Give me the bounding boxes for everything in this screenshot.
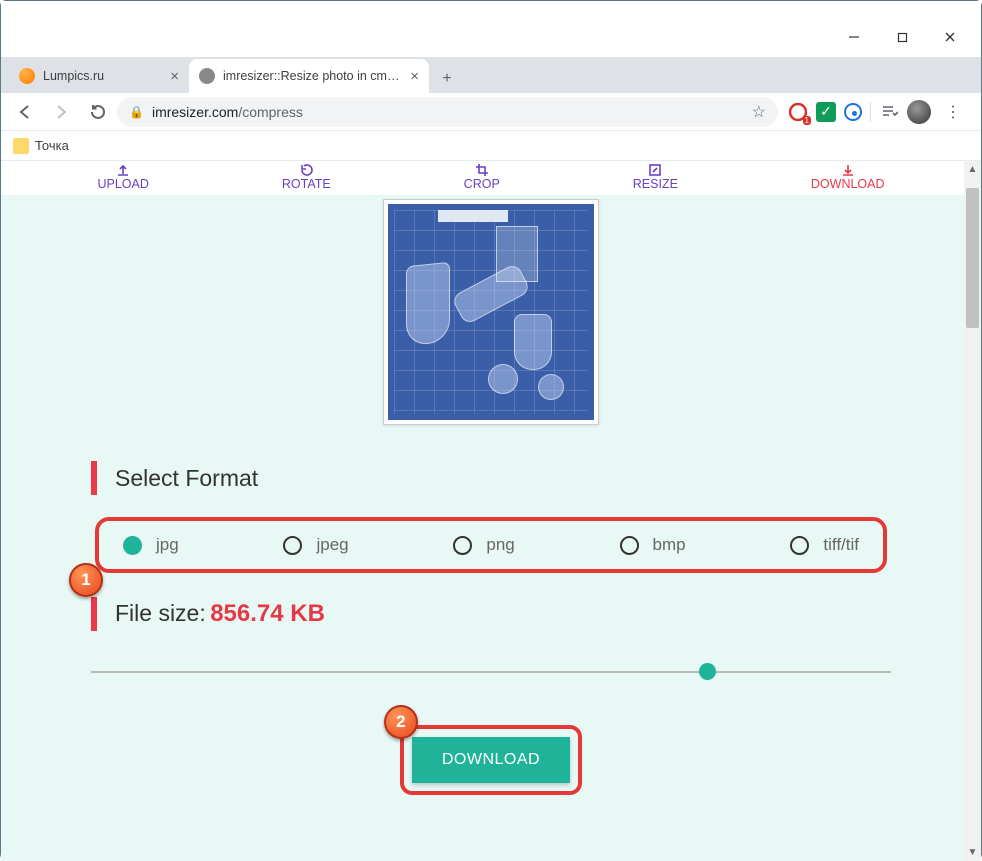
nav-forward-button[interactable] [45, 96, 77, 128]
select-format-section: Select Format 1 jpg jpeg png [91, 461, 891, 631]
url-host: imresizer.com/compress [152, 104, 303, 120]
preview-content [388, 204, 594, 420]
vertical-scrollbar[interactable]: ▲ ▼ [964, 161, 981, 861]
format-option-jpg[interactable]: jpg [123, 535, 179, 555]
extension-globe-icon[interactable] [844, 103, 862, 121]
step-upload[interactable]: UPLOAD [97, 163, 148, 195]
favicon-icon [199, 68, 215, 84]
crop-icon [475, 163, 489, 177]
radio-icon [453, 536, 472, 555]
bookmarks-bar: Точка [1, 131, 981, 161]
rotate-icon [299, 163, 313, 177]
annotation-badge-1: 1 [69, 563, 103, 597]
extensions-area: 1 ✓ ⋮ [782, 100, 973, 124]
radio-icon [620, 536, 639, 555]
step-label: ROTATE [282, 177, 331, 191]
section-title: Select Format [115, 465, 258, 492]
tab-close-icon[interactable]: × [410, 68, 419, 85]
format-label: jpg [156, 535, 179, 555]
image-preview [383, 199, 599, 425]
section-accent-bar [91, 597, 97, 631]
radio-icon [790, 536, 809, 555]
format-label: bmp [653, 535, 686, 555]
browser-tab-lumpics[interactable]: Lumpics.ru × [9, 59, 189, 93]
slider-thumb[interactable] [699, 663, 716, 680]
nav-back-button[interactable] [9, 96, 41, 128]
step-label: RESIZE [633, 177, 678, 191]
window-controls [1, 17, 981, 57]
step-crop[interactable]: CROP [464, 163, 500, 195]
step-label: UPLOAD [97, 177, 148, 191]
download-icon [841, 163, 855, 177]
format-label: jpeg [316, 535, 348, 555]
step-resize[interactable]: RESIZE [633, 163, 678, 195]
upload-icon [116, 163, 130, 177]
favicon-icon [19, 68, 35, 84]
filesize-label: File size: [115, 600, 206, 626]
window-minimize-button[interactable] [831, 21, 877, 53]
format-option-png[interactable]: png [453, 535, 514, 555]
annotation-badge-2: 2 [384, 705, 418, 739]
tab-strip: Lumpics.ru × imresizer::Resize photo in … [1, 57, 981, 93]
tab-title: imresizer::Resize photo in cm, mm [223, 69, 402, 83]
lock-icon: 🔒 [129, 105, 144, 119]
slider-track [91, 671, 891, 673]
scroll-thumb[interactable] [966, 188, 979, 328]
download-button[interactable]: DOWNLOAD [412, 737, 570, 783]
step-download[interactable]: DOWNLOAD [811, 163, 885, 195]
format-label: tiff/tif [823, 535, 859, 555]
step-tabs: UPLOAD ROTATE CROP RESIZE DOWNLOAD [1, 161, 981, 195]
download-highlight-box: 2 DOWNLOAD [400, 725, 582, 795]
profile-avatar[interactable] [907, 100, 931, 124]
resize-icon [648, 163, 662, 177]
scroll-down-icon[interactable]: ▼ [964, 844, 981, 861]
tab-close-icon[interactable]: × [170, 68, 179, 85]
filesize-value: 856.74 KB [210, 600, 325, 627]
tab-title: Lumpics.ru [43, 69, 162, 83]
step-rotate[interactable]: ROTATE [282, 163, 331, 195]
address-bar-row: 🔒 imresizer.com/compress ☆ 1 ✓ ⋮ [1, 93, 981, 131]
scroll-up-icon[interactable]: ▲ [964, 161, 981, 178]
extension-check-icon[interactable]: ✓ [816, 102, 836, 122]
step-label: CROP [464, 177, 500, 191]
format-label: png [486, 535, 514, 555]
step-label: DOWNLOAD [811, 177, 885, 191]
extension-adblock-icon[interactable]: 1 [788, 102, 808, 122]
radio-icon [123, 536, 142, 555]
bookmark-folder-icon [13, 138, 29, 154]
browser-tab-imresizer[interactable]: imresizer::Resize photo in cm, mm × [189, 59, 429, 93]
format-options-group: jpg jpeg png bmp [95, 517, 887, 573]
window-maximize-button[interactable] [879, 21, 925, 53]
address-bar[interactable]: 🔒 imresizer.com/compress ☆ [117, 97, 778, 127]
quality-slider[interactable] [91, 671, 891, 673]
section-accent-bar [91, 461, 97, 495]
format-option-tiff[interactable]: tiff/tif [790, 535, 859, 555]
reading-list-icon[interactable] [879, 102, 899, 122]
radio-icon [283, 536, 302, 555]
nav-reload-button[interactable] [81, 96, 113, 128]
bookmark-star-icon[interactable]: ☆ [752, 102, 766, 122]
bookmark-item[interactable]: Точка [35, 138, 69, 153]
chrome-menu-button[interactable]: ⋮ [939, 102, 967, 122]
window-close-button[interactable] [927, 21, 973, 53]
page-viewport: UPLOAD ROTATE CROP RESIZE DOWNLOAD [1, 161, 981, 861]
new-tab-button[interactable]: + [433, 65, 461, 93]
format-option-bmp[interactable]: bmp [620, 535, 686, 555]
format-option-jpeg[interactable]: jpeg [283, 535, 348, 555]
